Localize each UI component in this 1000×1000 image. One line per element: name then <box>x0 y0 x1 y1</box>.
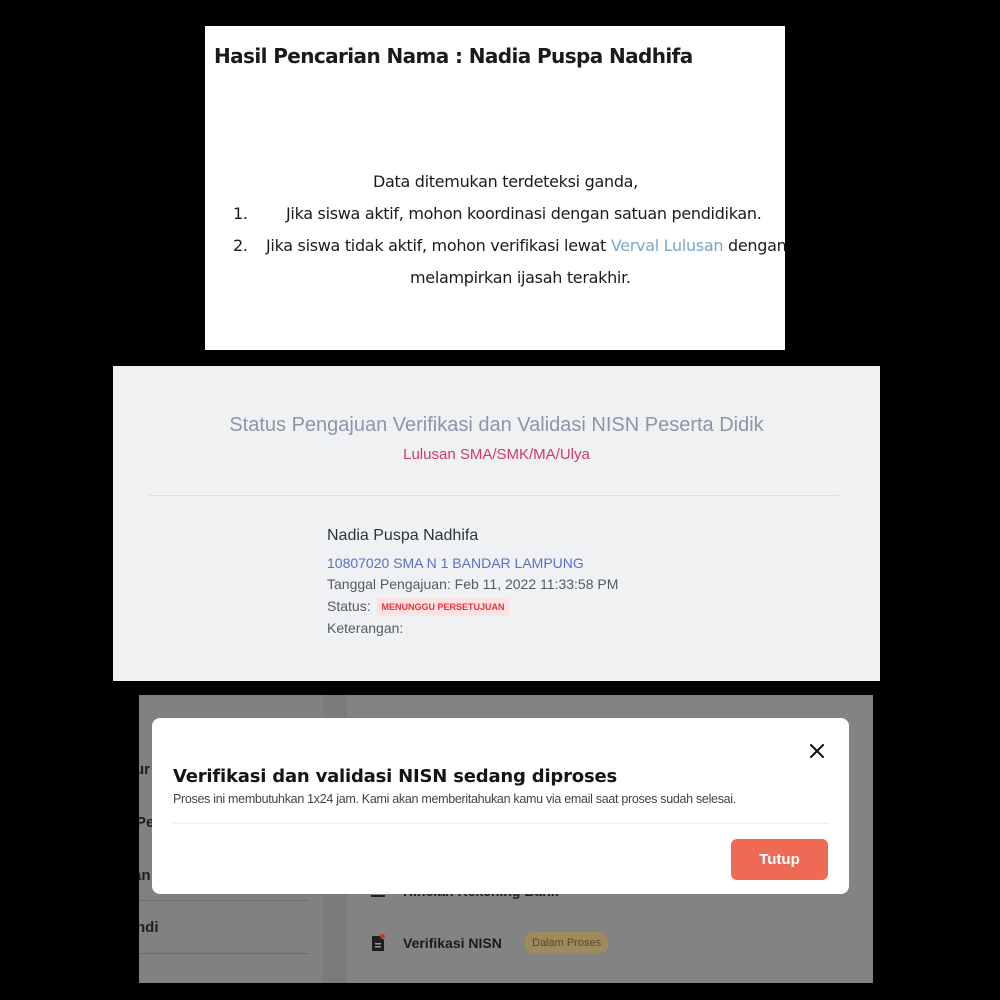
status-label: Status: <box>327 598 371 614</box>
status-page-title: Status Pengajuan Verifikasi dan Validasi… <box>229 414 764 436</box>
sidebar-item-4[interactable]: ndi <box>139 919 159 936</box>
divider <box>149 495 839 496</box>
verification-modal: Verifikasi dan validasi NISN sedang dipr… <box>152 718 849 894</box>
modal-divider <box>173 823 829 824</box>
search-result-title: Hasil Pencarian Nama : Nadia Puspa Nadhi… <box>214 44 693 68</box>
sidebar-divider <box>139 900 309 901</box>
list-item-2-continuation: melampirkan ijasah terakhir. <box>410 268 631 287</box>
duplicate-notice: Data ditemukan terdeteksi ganda, <box>373 172 638 191</box>
close-icon[interactable] <box>810 744 824 758</box>
list-number-2: 2. <box>233 236 248 255</box>
submission-date: Tanggal Pengajuan: Feb 11, 2022 11:33:58… <box>327 576 619 592</box>
sidebar-divider <box>139 953 309 954</box>
student-name: Nadia Puspa Nadhifa <box>327 527 479 544</box>
sidebar-item-3[interactable]: an <box>139 867 151 884</box>
status-badge: MENUNGGU PERSETUJUAN <box>377 598 509 616</box>
status-chip: Dalam Proses <box>524 932 610 954</box>
list-item-2-text: Jika siswa tidak aktif, mohon verifikasi… <box>266 236 607 255</box>
sidebar-item-1[interactable]: ur <box>139 761 150 778</box>
modal-title: Verifikasi dan validasi NISN sedang dipr… <box>173 766 617 787</box>
search-result-panel: Hasil Pencarian Nama : Nadia Puspa Nadhi… <box>205 26 787 350</box>
app-screen: ur Pe an ndi Rincian Rekening Bank Verif… <box>139 695 873 983</box>
menu-item-nisn-verification[interactable]: Verifikasi NISN <box>403 935 502 951</box>
status-page-subtitle: Lulusan SMA/SMK/MA/Ulya <box>403 446 590 463</box>
document-icon <box>372 934 385 951</box>
school-link[interactable]: 10807020 SMA N 1 BANDAR LAMPUNG <box>327 555 584 571</box>
note-label: Keterangan: <box>327 620 404 636</box>
close-button[interactable]: Tutup <box>731 839 828 880</box>
list-item-2: Jika siswa tidak aktif, mohon verifikasi… <box>266 236 787 255</box>
list-item-2-text-after: dengan <box>727 236 787 255</box>
list-number-1: 1. <box>233 204 248 223</box>
status-panel: Status Pengajuan Verifikasi dan Validasi… <box>113 366 880 681</box>
list-item-1: Jika siswa aktif, mohon koordinasi denga… <box>286 204 762 223</box>
verval-lulusan-link[interactable]: Verval Lulusan <box>611 236 724 255</box>
modal-description: Proses ini membutuhkan 1x24 jam. Kami ak… <box>173 792 736 806</box>
status-row: Status: MENUNGGU PERSETUJUAN <box>327 598 509 616</box>
